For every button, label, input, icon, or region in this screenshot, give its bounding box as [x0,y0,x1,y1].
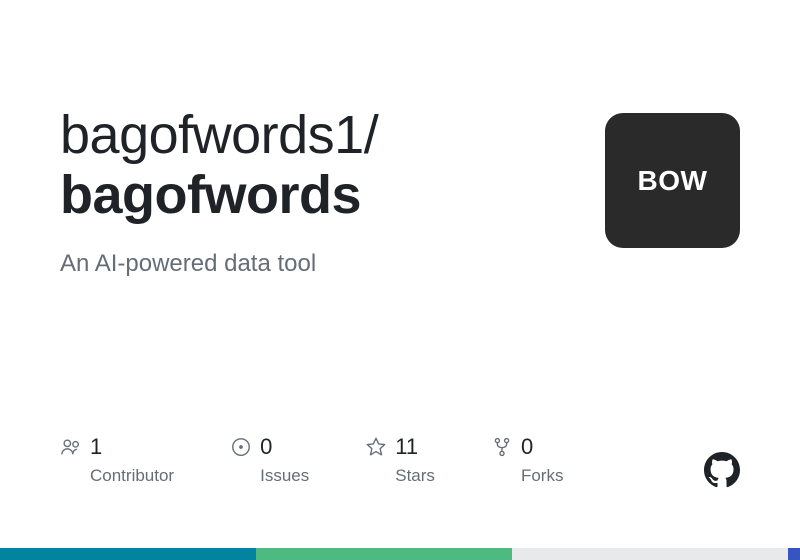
lang-segment-4 [788,548,800,560]
lang-segment-2 [256,548,512,560]
stat-contributors[interactable]: 1 Contributor [60,434,174,486]
forks-value: 0 [521,434,533,460]
logo-text: BOW [638,165,708,197]
stars-icon [365,436,387,458]
issues-value: 0 [260,434,272,460]
forks-icon [491,436,513,458]
contributors-icon [60,436,82,458]
repo-description: An AI-powered data tool [60,250,605,278]
github-icon[interactable] [704,452,740,488]
repo-logo: BOW [605,113,740,248]
repo-info: bagofwords1/ bagofwords An AI-powered da… [60,105,605,278]
stars-value: 11 [395,434,418,460]
lang-segment-3 [512,548,788,560]
stats-row: 1 Contributor 0 Issues 11 Stars 0 Forks [60,434,740,486]
repo-header: bagofwords1/ bagofwords An AI-powered da… [0,0,800,278]
stat-forks[interactable]: 0 Forks [491,434,564,486]
repo-owner[interactable]: bagofwords1 [60,105,364,165]
lang-segment-1 [0,548,256,560]
stat-stars[interactable]: 11 Stars [365,434,435,486]
forks-label: Forks [521,466,564,486]
contributors-label: Contributor [90,466,174,486]
stat-issues[interactable]: 0 Issues [230,434,309,486]
repo-title: bagofwords1/ bagofwords [60,105,605,226]
contributors-value: 1 [90,434,102,460]
issues-label: Issues [260,466,309,486]
repo-name[interactable]: bagofwords [60,165,361,225]
stars-label: Stars [395,466,435,486]
issues-icon [230,436,252,458]
language-bar [0,548,800,560]
